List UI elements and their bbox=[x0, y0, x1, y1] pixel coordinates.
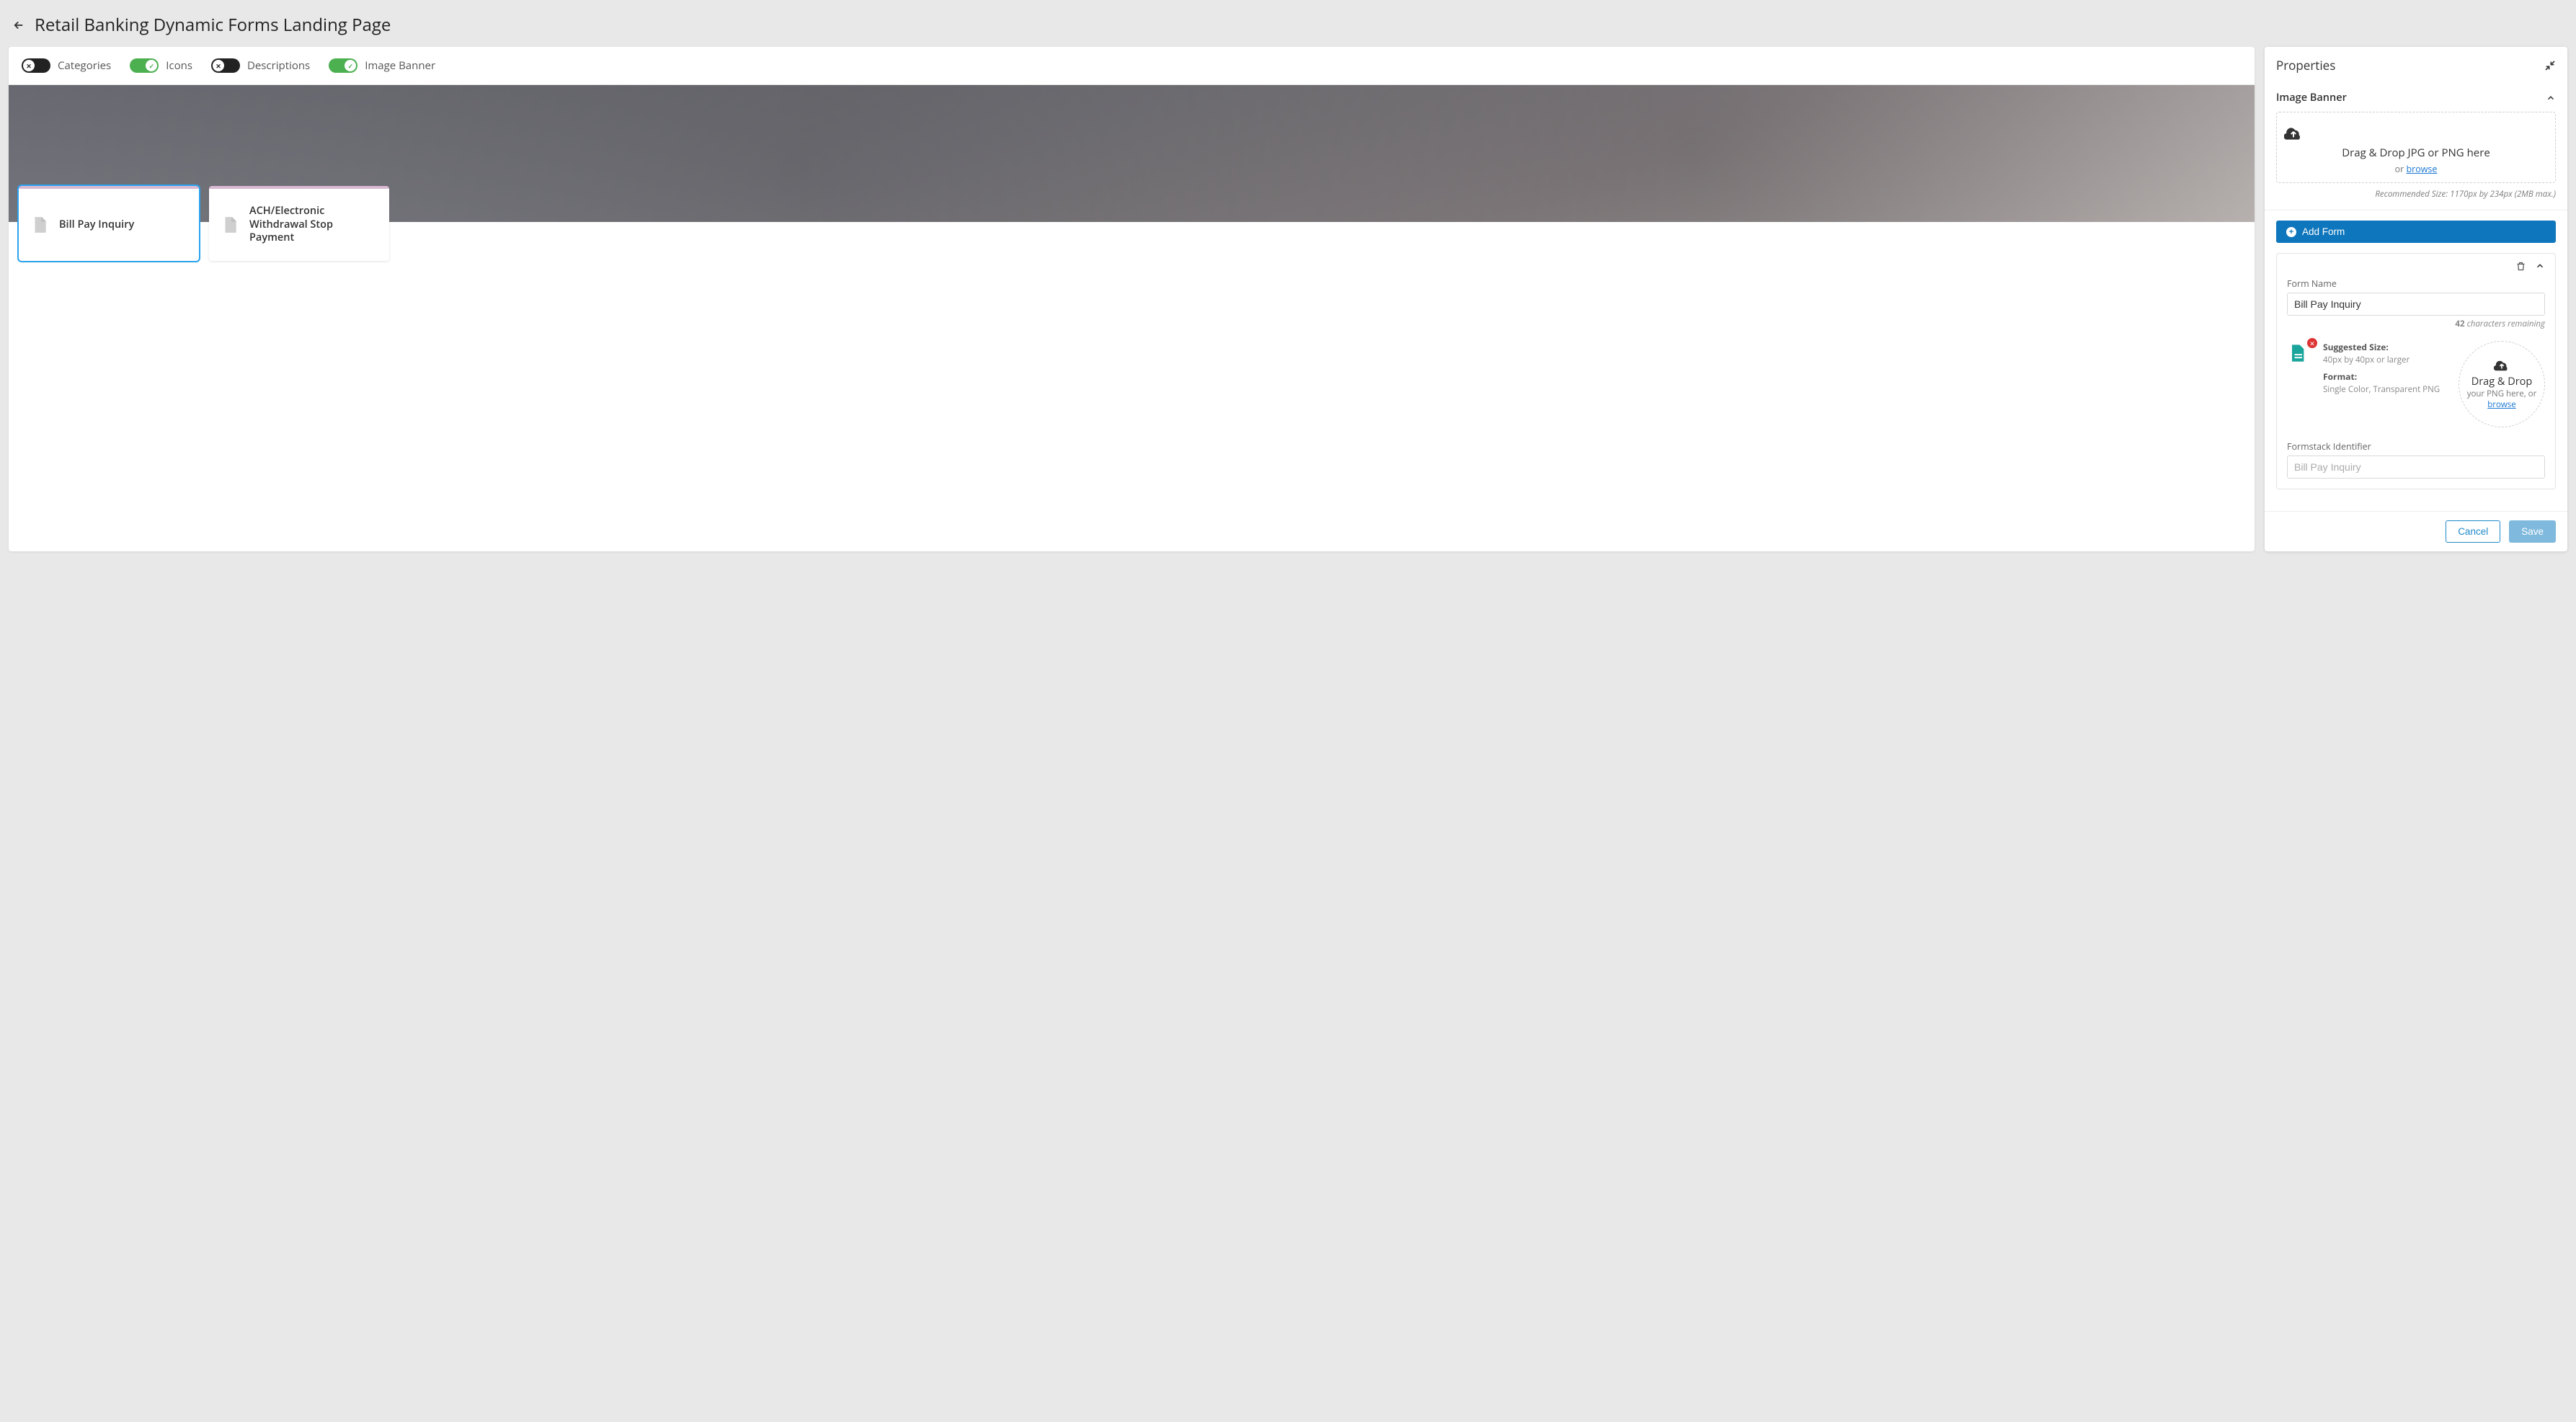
cloud-upload-icon bbox=[2494, 359, 2510, 372]
field-label: Formstack Identifier bbox=[2287, 440, 2545, 453]
document-icon bbox=[221, 213, 239, 236]
chevron-up-icon[interactable] bbox=[2546, 93, 2556, 103]
toggle-label: Icons bbox=[166, 58, 192, 73]
icon-preview: ✕ bbox=[2287, 341, 2313, 365]
canvas-area: ✕ Categories ✓ Icons ✕ Descriptions ✓ Im… bbox=[9, 47, 2255, 551]
save-button[interactable]: Save bbox=[2509, 520, 2556, 543]
add-form-label: Add Form bbox=[2302, 226, 2345, 237]
chevron-up-icon[interactable] bbox=[2535, 261, 2545, 272]
toggle-descriptions[interactable]: ✕ bbox=[211, 58, 240, 73]
page-title: Retail Banking Dynamic Forms Landing Pag… bbox=[35, 13, 391, 37]
cancel-button[interactable]: Cancel bbox=[2446, 520, 2500, 543]
plus-circle-icon: + bbox=[2286, 227, 2296, 237]
toggle-label: Image Banner bbox=[365, 58, 435, 73]
field-label: Form Name bbox=[2287, 277, 2545, 290]
form-card[interactable]: ACH/Electronic Withdrawal Stop Payment bbox=[209, 186, 389, 261]
properties-panel: Properties Image Banner bbox=[2265, 47, 2567, 551]
form-name-input[interactable] bbox=[2287, 293, 2545, 316]
icon-meta: Suggested Size: 40px by 40px or larger F… bbox=[2323, 341, 2440, 396]
toggle-label: Descriptions bbox=[247, 58, 310, 73]
cloud-upload-icon bbox=[2284, 125, 2303, 141]
browse-link[interactable]: browse bbox=[2406, 163, 2437, 175]
form-editor-box: Form Name 42 characters remaining ✕ bbox=[2276, 253, 2556, 489]
document-icon bbox=[30, 213, 49, 236]
trash-icon[interactable] bbox=[2515, 261, 2526, 272]
formstack-id-input[interactable] bbox=[2287, 456, 2545, 479]
circ-drop-title: Drag & Drop bbox=[2471, 375, 2533, 388]
file-icon bbox=[2287, 341, 2307, 365]
section-title: Image Banner bbox=[2276, 91, 2347, 105]
recommended-size-note: Recommended Size: 1170px by 234px (2MB m… bbox=[2276, 189, 2556, 200]
toggle-icons[interactable]: ✓ bbox=[130, 58, 159, 73]
icon-dropzone[interactable]: Drag & Drop your PNG here, or browse bbox=[2459, 341, 2545, 427]
back-arrow-icon[interactable] bbox=[12, 18, 26, 32]
browse-link[interactable]: browse bbox=[2487, 399, 2516, 410]
toggle-label: Categories bbox=[58, 58, 111, 73]
form-card[interactable]: Bill Pay Inquiry bbox=[19, 186, 199, 261]
banner-dropzone[interactable]: Drag & Drop JPG or PNG here or browse bbox=[2276, 112, 2556, 183]
toggle-categories[interactable]: ✕ bbox=[22, 58, 50, 73]
toggle-image-banner[interactable]: ✓ bbox=[329, 58, 357, 73]
char-remaining: 42 characters remaining bbox=[2287, 319, 2545, 329]
add-form-button[interactable]: + Add Form bbox=[2276, 221, 2556, 243]
panel-title: Properties bbox=[2276, 57, 2335, 74]
panel-collapse-icon[interactable] bbox=[2544, 60, 2556, 71]
form-card-title: ACH/Electronic Withdrawal Stop Payment bbox=[249, 205, 378, 246]
form-card-title: Bill Pay Inquiry bbox=[59, 218, 134, 232]
dropzone-or: or bbox=[2395, 163, 2407, 175]
remove-icon-button[interactable]: ✕ bbox=[2307, 338, 2317, 348]
view-toggles-toolbar: ✕ Categories ✓ Icons ✕ Descriptions ✓ Im… bbox=[9, 47, 2255, 85]
dropzone-title: Drag & Drop JPG or PNG here bbox=[2284, 146, 2548, 160]
